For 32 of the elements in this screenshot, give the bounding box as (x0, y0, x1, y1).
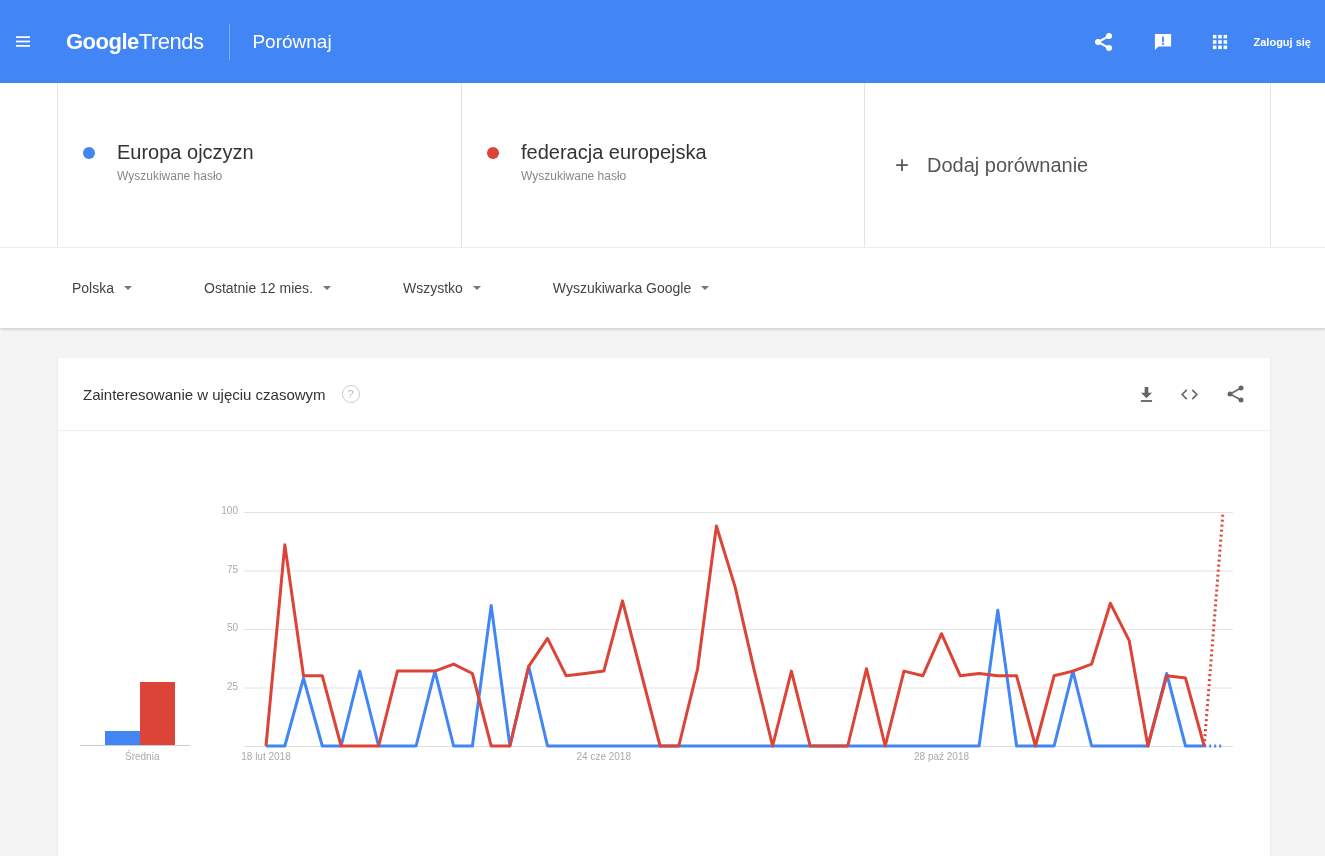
download-icon[interactable] (1140, 386, 1153, 402)
menu-icon[interactable] (16, 36, 30, 47)
feedback-icon[interactable] (1153, 32, 1172, 51)
apps-grid-icon[interactable] (1211, 33, 1228, 50)
y-tick-label: 25 (226, 680, 238, 692)
caret-icon (701, 286, 710, 290)
filter-dropdown[interactable]: Ostatnie 12 mies. (192, 274, 343, 302)
share-icon[interactable] (1226, 384, 1246, 404)
term-caption: Wyszukiwane hasło (117, 169, 224, 183)
sign-in-link[interactable]: Zaloguj się (1253, 31, 1311, 52)
x-tick-label: 18 lut 2018 (241, 751, 291, 762)
term-name: federacja europejska (521, 141, 707, 164)
card-title: Zainteresowanie w ujęciu czasowym (83, 385, 326, 403)
term-name: Europa ojczyzn (117, 141, 254, 164)
filter-dropdown[interactable]: Polska (60, 274, 145, 302)
y-tick-label: 50 (226, 622, 238, 633)
embed-code-icon[interactable] (1181, 388, 1198, 400)
share-icon[interactable] (1093, 31, 1114, 52)
x-tick-label: 24 cze 2018 (576, 751, 631, 762)
average-label: Średnia (125, 751, 160, 762)
page-title: Porównaj (252, 30, 332, 53)
y-tick-label: 75 (226, 563, 238, 575)
caret-icon (472, 286, 481, 290)
caret-icon (124, 286, 133, 290)
term-caption: Wyszukiwane hasło (521, 169, 628, 183)
filter-dropdown[interactable]: Wszystko (390, 274, 493, 302)
logo[interactable]: GoogleTrends (66, 28, 204, 55)
caret-icon (322, 286, 331, 290)
filter-dropdown[interactable]: Wyszukiwarka Google (540, 274, 722, 302)
x-tick-label: 28 paź 2018 (914, 751, 970, 762)
search-term-card[interactable]: Europa ojczyzn Wyszukiwane hasło (58, 83, 462, 247)
y-tick-label: 100 (221, 505, 238, 516)
